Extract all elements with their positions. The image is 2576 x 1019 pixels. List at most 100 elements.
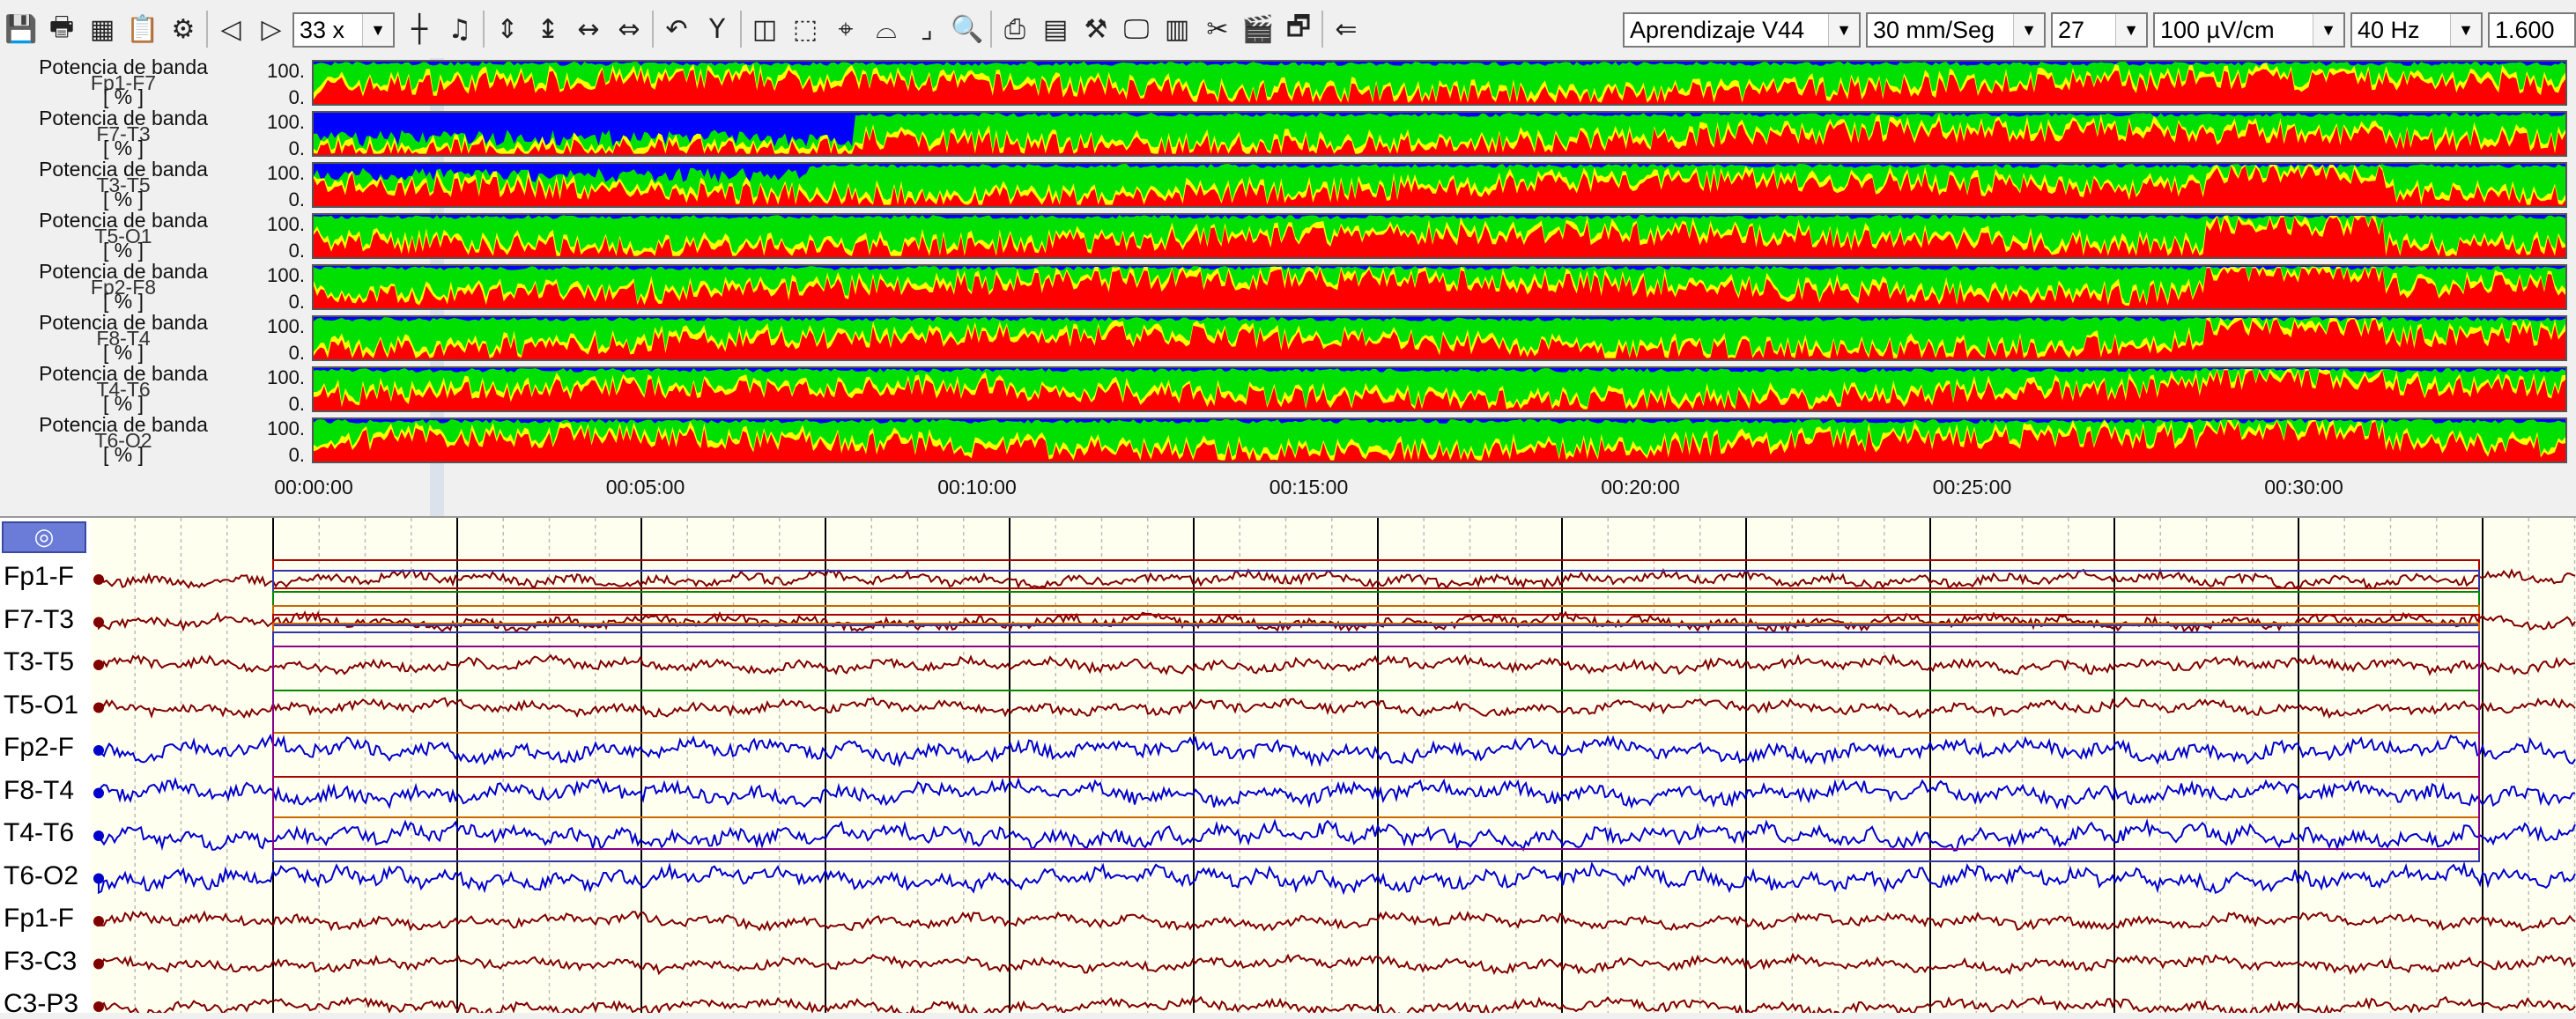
filter-icon[interactable]: Y [698,9,737,49]
eeg-trace [98,952,2576,976]
bridge-icon[interactable]: ⌓ [867,9,906,49]
line-icon[interactable]: ┼ [400,9,439,49]
vscale-icon[interactable]: ⇕ [488,9,527,49]
channel-label-column: ◎ Fp1-F F7-T3 T3-T5 T5-O1 Fp2-F F8-T4 T4-T6 T6-… [0,518,92,1018]
trend-plot[interactable] [312,315,2567,361]
channel-label[interactable]: F3-C3 [4,947,77,977]
time-constant-field[interactable]: 1.600 [2488,12,2576,48]
marquee-icon[interactable]: ⬚ [786,9,825,49]
layout-icon[interactable]: ▤ [1036,9,1075,49]
back-arrow-icon[interactable]: ⇐ [1327,9,1366,49]
time-tick-label: 00:05:00 [605,476,685,498]
chevron-down-icon[interactable]: ▼ [2013,14,2044,46]
trend-ymax: 100. [267,213,305,235]
speed-select-value: 30 mm/Seg [1873,17,1995,43]
vmark-icon[interactable]: ↨ [529,9,567,49]
trend-ymin: 0. [288,291,305,313]
clapper-icon[interactable]: 🎬 [1239,9,1277,49]
magnifier-icon[interactable]: 🔍 [948,9,987,49]
time-tick-label: 00:10:00 [937,476,1017,498]
epoch-selection-box[interactable] [272,570,2480,626]
channel-label[interactable]: T5-O1 [4,690,78,720]
undo-icon[interactable]: ↶ [657,9,696,49]
eeg-traces[interactable] [92,518,2576,1013]
select-icon[interactable]: ◫ [745,9,784,49]
channel-label[interactable]: F8-T4 [4,776,74,806]
sensitivity-select[interactable]: 100 µV/cm ▼ [2153,12,2345,48]
window-icon[interactable]: 🗗 [1279,9,1318,49]
prev-page-icon[interactable]: ◁ [211,9,250,49]
zoom-select-value: 33 x [300,17,345,43]
monitor-icon[interactable]: 🖵 [1117,9,1156,49]
tools-icon[interactable]: ⚒ [1077,9,1115,49]
zoom-select[interactable]: 33 x ▼ [292,12,395,48]
channel-label[interactable]: T6-O2 [4,861,78,891]
time-tick-label: 00:25:00 [1932,476,2012,498]
clipboard-icon[interactable]: 📋 [123,9,162,49]
eeg-trace [98,994,2576,1013]
trend-plot[interactable] [312,264,2567,310]
trend-title: Potencia de banda [39,55,208,78]
hscale-icon[interactable]: ⇔ [610,9,648,49]
brain-icon[interactable]: ⚙ [164,9,203,49]
chevron-down-icon[interactable]: ▼ [1828,14,1859,46]
scissors-icon[interactable]: ✂ [1198,9,1237,49]
trend-plot[interactable] [312,417,2567,463]
channels-select[interactable]: 27 ▼ [2051,12,2148,48]
trend-plot[interactable] [312,366,2567,412]
trend-unit: [ % ] [102,85,144,108]
trend-label: Fp2-F8 Potencia de banda[ % ] [0,262,247,314]
channel-label[interactable]: F7-T3 [4,605,74,635]
trend-row-f7-t3: F7-T3 Potencia de banda[ % ] 100. 0. [0,108,2576,160]
trend-label: Fp1-F7 Potencia de banda[ % ] [0,55,247,109]
hmark-icon[interactable]: ↔ [569,9,608,49]
eeg-trace-panel[interactable]: ◎ Fp1-F F7-T3 T3-T5 T5-O1 Fp2-F F8-T4 T4-T6 T6-… [0,516,2576,1018]
channel-label[interactable]: Fp2-F [4,733,74,763]
channel-label[interactable]: C3-P3 [4,989,78,1019]
chevron-down-icon[interactable]: ▼ [362,14,393,46]
trend-unit: [ % ] [102,137,144,159]
printer2-icon[interactable]: ⎙ [996,9,1034,49]
corner-icon[interactable]: ⌟ [907,9,946,49]
channel-label[interactable]: Fp1-F [4,904,74,934]
trend-title: Potencia de banda [39,158,208,181]
montage-select[interactable]: Aprendizaje V44 ▼ [1623,12,1861,48]
channel-label[interactable]: Fp1-F [4,562,74,592]
trend-plot[interactable] [312,162,2567,208]
epoch-selection-box[interactable] [272,614,2480,778]
music-icon[interactable]: ♫ [440,9,479,49]
trend-label: F8-T4 Potencia de banda[ % ] [0,313,247,365]
trend-ymin: 0. [288,240,305,262]
toolbar-separator [740,11,742,48]
speed-select[interactable]: 30 mm/Seg ▼ [1866,12,2046,48]
channel-label[interactable]: T4-T6 [4,818,74,848]
eeg-trace [98,733,2576,768]
trend-label: T4-T6 Potencia de banda[ % ] [0,364,247,416]
chevron-down-icon[interactable]: ▼ [2450,14,2481,46]
print-icon[interactable]: 🖶 [42,9,81,49]
calculator-icon[interactable]: ▥ [1158,9,1196,49]
trend-title: Potencia de banda [39,209,208,232]
channel-label[interactable]: T3-T5 [4,647,74,677]
time-tick-label: 00:30:00 [2264,476,2343,498]
trend-label: F7-T3 Potencia de banda[ % ] [0,108,247,160]
grid-icon[interactable]: ▦ [83,9,122,49]
epoch-selection-box[interactable] [272,559,2480,589]
chevron-down-icon[interactable]: ▼ [2313,14,2343,46]
chevron-down-icon[interactable]: ▼ [2115,14,2146,46]
trend-plot[interactable] [312,60,2567,106]
view-toggle-button[interactable]: ◎ [2,521,86,553]
target-icon[interactable]: ⌖ [826,9,865,49]
toolbar: 💾 🖶 ▦ 📋 ⚙ ◁ ▷ 33 x ▼ ┼ ♫ ⇕ ↨ ↔ ⇔ ↶ Y ◫ ⬚ ⌖ ⌓ ⌟ 🔍 ⎙ ▤ ⚒ 🖵 ▥ ✂ 🎬 🗗 ⇐ Apren… [0,0,2576,59]
filter-select[interactable]: 40 Hz ▼ [2350,12,2483,48]
next-page-icon[interactable]: ▷ [252,9,291,49]
trend-unit: [ % ] [102,392,144,415]
trend-label: T3-T5 Potencia de banda[ % ] [0,158,247,211]
eeg-trace [98,777,2576,810]
trend-plot[interactable] [312,213,2567,259]
trend-plot[interactable] [312,111,2567,157]
save-icon[interactable]: 💾 [2,9,41,49]
trend-ymin: 0. [288,137,305,159]
trend-ymax: 100. [267,264,305,286]
trend-ymax: 100. [267,417,305,439]
